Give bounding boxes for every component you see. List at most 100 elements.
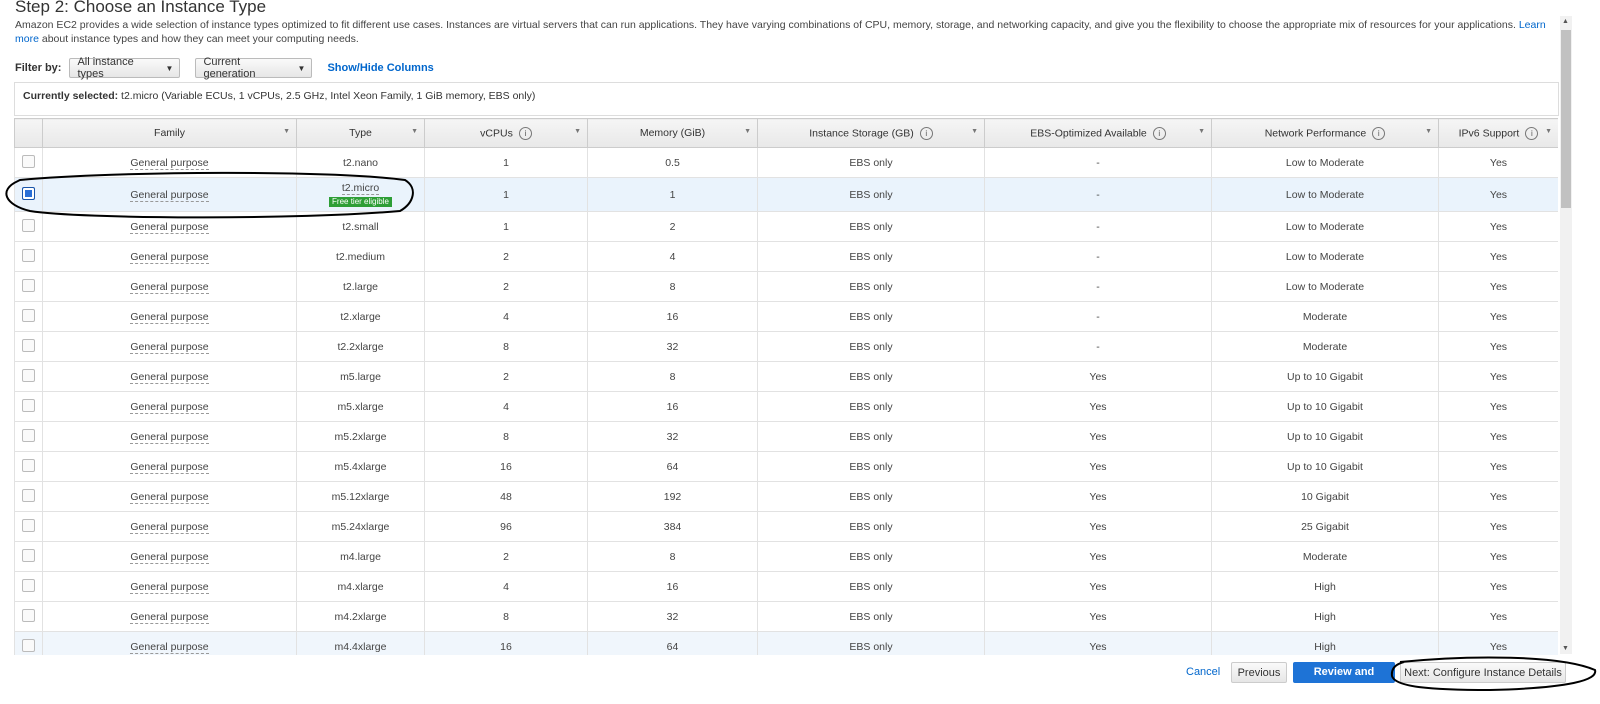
instance-storage-cell: EBS only xyxy=(757,301,985,332)
table-scrollbar[interactable]: ▲ ▼ xyxy=(1560,16,1572,654)
cancel-button[interactable]: Cancel xyxy=(1186,666,1220,678)
row-select-cell[interactable] xyxy=(14,301,43,332)
family-cell: General purpose xyxy=(42,421,297,452)
info-icon[interactable]: i xyxy=(1372,126,1386,140)
sort-icon[interactable]: ▼ xyxy=(1545,128,1552,135)
row-checkbox[interactable] xyxy=(22,428,35,442)
table-row[interactable]: General purpose t2.2xlarge 8 32 EBS only - Mod… xyxy=(14,331,1558,362)
column-header-family[interactable]: Family ▼ xyxy=(42,118,297,148)
review-and-launch-button[interactable]: Review and Launch xyxy=(1293,662,1395,699)
row-select-cell[interactable] xyxy=(14,481,43,512)
row-select-cell[interactable] xyxy=(14,631,43,655)
row-select-cell[interactable] xyxy=(14,271,43,302)
row-checkbox[interactable] xyxy=(22,458,35,472)
table-row[interactable]: General purpose m4.4xlarge 16 64 EBS only Yes… xyxy=(14,631,1558,655)
row-checkbox[interactable] xyxy=(22,278,35,292)
info-icon[interactable]: i xyxy=(919,126,933,140)
info-icon[interactable]: i xyxy=(1525,126,1539,140)
sort-icon[interactable]: ▼ xyxy=(1198,128,1205,135)
row-checkbox[interactable] xyxy=(22,338,35,352)
row-checkbox[interactable] xyxy=(22,248,35,262)
row-select-cell[interactable] xyxy=(14,211,43,242)
network-performance-cell: 10 Gigabit xyxy=(1211,481,1439,512)
ipv6-support-cell: Yes xyxy=(1438,271,1558,302)
type-value: m5.2xlarge xyxy=(334,430,387,443)
row-checkbox[interactable] xyxy=(22,218,35,232)
table-row[interactable]: General purpose t2.small 1 2 EBS only - Low to… xyxy=(14,211,1558,242)
ipv6-support-cell: Yes xyxy=(1438,241,1558,272)
info-icon[interactable]: i xyxy=(1152,126,1166,140)
table-row[interactable]: General purpose m4.xlarge 4 16 EBS only Yes Hi… xyxy=(14,571,1558,602)
column-header-ebs-optimized[interactable]: EBS-Optimized Available i ▼ xyxy=(984,118,1212,148)
type-cell: m4.xlarge xyxy=(296,571,425,602)
row-checkbox[interactable] xyxy=(22,398,35,412)
row-select-cell[interactable] xyxy=(14,177,43,212)
row-select-cell[interactable] xyxy=(14,511,43,542)
generation-filter[interactable]: Current generation ▼ xyxy=(195,56,313,80)
instance-storage-cell: EBS only xyxy=(757,541,985,572)
type-cell: m4.4xlarge xyxy=(296,631,425,655)
column-header-type[interactable]: Type ▼ xyxy=(296,118,425,148)
row-select-cell[interactable] xyxy=(14,601,43,632)
row-checkbox[interactable] xyxy=(22,518,35,532)
row-select-cell[interactable] xyxy=(14,571,43,602)
show-hide-columns-link[interactable]: Show/Hide Columns xyxy=(327,62,433,74)
row-select-cell[interactable] xyxy=(14,241,43,272)
table-row[interactable]: General purpose m5.12xlarge 48 192 EBS only Y… xyxy=(14,481,1558,512)
column-header-network-performance[interactable]: Network Performance i ▼ xyxy=(1211,118,1439,148)
row-checkbox[interactable] xyxy=(22,368,35,382)
row-checkbox[interactable] xyxy=(22,608,35,622)
family-value: General purpose xyxy=(130,550,209,564)
sort-icon[interactable]: ▼ xyxy=(1425,128,1432,135)
ipv6-support-cell: Yes xyxy=(1438,147,1558,178)
table-row[interactable]: General purpose t2.nano 1 0.5 EBS only - Low t… xyxy=(14,147,1558,178)
type-cell: t2.xlarge xyxy=(296,301,425,332)
sort-icon[interactable]: ▼ xyxy=(574,128,581,135)
column-header-vcpus[interactable]: vCPUs i ▼ xyxy=(424,118,588,148)
table-row[interactable]: General purpose m5.xlarge 4 16 EBS only Yes Up… xyxy=(14,391,1558,422)
row-checkbox[interactable] xyxy=(22,638,35,652)
previous-button[interactable]: Previous xyxy=(1231,662,1287,683)
table-row[interactable]: General purpose m5.24xlarge 96 384 EBS only Y… xyxy=(14,511,1558,542)
row-select-cell[interactable] xyxy=(14,331,43,362)
row-checkbox[interactable] xyxy=(22,186,35,200)
row-select-cell[interactable] xyxy=(14,421,43,452)
info-icon[interactable]: i xyxy=(518,126,532,140)
column-header-ipv6-support[interactable]: IPv6 Support i ▼ xyxy=(1438,118,1558,148)
ebs-optimized-cell: Yes xyxy=(984,511,1212,542)
scrollbar-thumb[interactable] xyxy=(1561,30,1571,208)
sort-icon[interactable]: ▼ xyxy=(283,128,290,135)
column-header-instance-storage[interactable]: Instance Storage (GB) i ▼ xyxy=(757,118,985,148)
table-row[interactable]: General purpose t2.xlarge 4 16 EBS only - Mode… xyxy=(14,301,1558,332)
row-checkbox[interactable] xyxy=(22,578,35,592)
row-checkbox[interactable] xyxy=(22,308,35,322)
row-select-cell[interactable] xyxy=(14,147,43,178)
table-row[interactable]: General purpose m4.2xlarge 8 32 EBS only Yes H… xyxy=(14,601,1558,632)
instance-type-filter[interactable]: All instance types ▼ xyxy=(69,56,181,80)
row-checkbox[interactable] xyxy=(22,548,35,562)
sort-icon[interactable]: ▼ xyxy=(971,128,978,135)
memory-cell: 32 xyxy=(587,421,758,452)
family-cell: General purpose xyxy=(42,451,297,482)
table-row[interactable]: General purpose t2.large 2 8 EBS only - Low to… xyxy=(14,271,1558,302)
table-row[interactable]: General purpose t2.medium 2 4 EBS only - Low t… xyxy=(14,241,1558,272)
next-configure-instance-details-button[interactable]: Next: Configure Instance Details xyxy=(1400,662,1566,683)
row-select-cell[interactable] xyxy=(14,451,43,482)
column-header-memory[interactable]: Memory (GiB) ▼ xyxy=(587,118,758,148)
sort-icon[interactable]: ▼ xyxy=(411,128,418,135)
table-row[interactable]: General purpose m5.4xlarge 16 64 EBS only Yes… xyxy=(14,451,1558,482)
row-select-cell[interactable] xyxy=(14,361,43,392)
sort-icon[interactable]: ▼ xyxy=(744,128,751,135)
row-select-cell[interactable] xyxy=(14,541,43,572)
vcpus-cell: 2 xyxy=(424,361,588,392)
row-checkbox[interactable] xyxy=(22,488,35,502)
table-row[interactable]: General purpose t2.micro Free tier eligibl… xyxy=(14,177,1558,212)
row-select-cell[interactable] xyxy=(14,391,43,422)
table-row[interactable]: General purpose m4.large 2 8 EBS only Yes Mode… xyxy=(14,541,1558,572)
scroll-down-icon[interactable]: ▼ xyxy=(1562,645,1569,652)
row-checkbox[interactable] xyxy=(22,154,35,168)
memory-cell: 2 xyxy=(587,211,758,242)
table-row[interactable]: General purpose m5.large 2 8 EBS only Yes Up t… xyxy=(14,361,1558,392)
scroll-up-icon[interactable]: ▲ xyxy=(1562,18,1569,25)
table-row[interactable]: General purpose m5.2xlarge 8 32 EBS only Yes U… xyxy=(14,421,1558,452)
